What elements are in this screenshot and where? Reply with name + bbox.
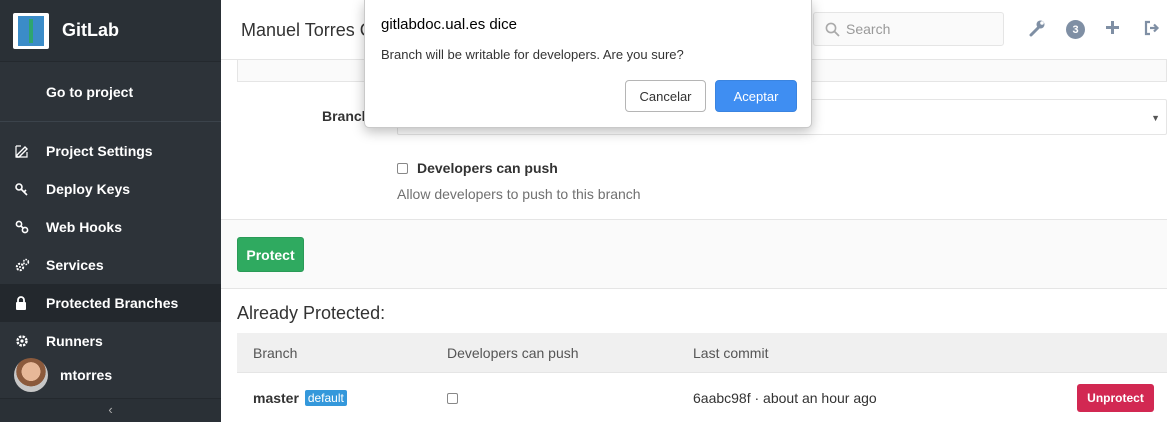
- sidebar-header: GitLab: [0, 0, 221, 62]
- sidebar-item-label: Project Settings: [46, 143, 153, 159]
- branch-name: master: [253, 390, 299, 406]
- last-commit[interactable]: 6aabc98f · about an hour ago: [693, 390, 877, 406]
- sidebar-item-web-hooks[interactable]: Web Hooks: [0, 208, 221, 246]
- key-icon: [0, 182, 46, 196]
- cogs-icon: [0, 258, 46, 272]
- sidebar-item-protected-branches[interactable]: Protected Branches: [0, 284, 221, 322]
- link-icon: [0, 220, 46, 234]
- sign-out-icon[interactable]: [1143, 19, 1161, 42]
- lock-icon: [0, 296, 46, 310]
- branch-cell: master default: [253, 390, 347, 406]
- go-to-project-link[interactable]: Go to project: [0, 62, 221, 122]
- notification-badge[interactable]: 3: [1066, 20, 1085, 39]
- page-title[interactable]: Manuel Torres G: [241, 20, 374, 41]
- plus-icon[interactable]: [1104, 19, 1121, 41]
- caret-down-icon: ▼: [1151, 113, 1160, 123]
- username[interactable]: mtorres: [60, 367, 112, 383]
- edit-icon: [0, 144, 46, 158]
- dialog-message: Branch will be writable for developers. …: [381, 47, 684, 62]
- developers-can-push-cell: [447, 393, 458, 404]
- form-actions: Protect: [221, 219, 1167, 289]
- gitlab-logo[interactable]: [13, 12, 49, 49]
- app-title[interactable]: GitLab: [62, 20, 119, 41]
- sidebar-item-services[interactable]: Services: [0, 246, 221, 284]
- column-header-developers-can-push: Developers can push: [447, 345, 579, 361]
- collapse-sidebar-button[interactable]: ‹: [0, 398, 221, 422]
- developers-can-push-option: Developers can push: [397, 160, 558, 176]
- wrench-icon[interactable]: [1028, 19, 1046, 42]
- search-icon: [825, 22, 840, 40]
- sidebar-item-label: Protected Branches: [46, 295, 179, 311]
- table-row: master default 6aabc98f · about an hour …: [237, 374, 1167, 422]
- sidebar: GitLab Go to project Project Settings De…: [0, 0, 221, 422]
- table-header: Branch Developers can push Last commit: [237, 333, 1167, 373]
- unprotect-button[interactable]: Unprotect: [1077, 384, 1154, 412]
- confirm-dialog: gitlabdoc.ual.es dice Branch will be wri…: [364, 0, 812, 128]
- column-header-last-commit: Last commit: [693, 345, 769, 361]
- sidebar-item-label: Web Hooks: [46, 219, 122, 235]
- sidebar-item-project-settings[interactable]: Project Settings: [0, 132, 221, 170]
- sidebar-item-label: Runners: [46, 333, 103, 349]
- column-header-branch: Branch: [253, 345, 298, 361]
- sidebar-menu: Project Settings Deploy Keys Web Hooks S…: [0, 132, 221, 360]
- protect-button[interactable]: Protect: [237, 237, 304, 272]
- user-profile[interactable]: mtorres: [0, 352, 221, 398]
- sidebar-item-label: Services: [46, 257, 104, 273]
- sidebar-item-deploy-keys[interactable]: Deploy Keys: [0, 170, 221, 208]
- developers-can-push-checkbox[interactable]: [397, 162, 408, 174]
- accept-button[interactable]: Aceptar: [715, 80, 797, 112]
- default-badge: default: [304, 390, 347, 406]
- sidebar-item-label: Deploy Keys: [46, 181, 131, 197]
- cancel-button[interactable]: Cancelar: [625, 80, 706, 112]
- help-text: Allow developers to push to this branch: [397, 186, 641, 202]
- avatar[interactable]: [14, 358, 48, 392]
- row-developers-can-push-checkbox[interactable]: [447, 393, 458, 404]
- search-placeholder: Search: [846, 21, 891, 37]
- dialog-title: gitlabdoc.ual.es dice: [381, 16, 517, 33]
- already-protected-heading: Already Protected:: [237, 303, 386, 323]
- checkbox-label[interactable]: Developers can push: [417, 160, 558, 176]
- gear-icon: [0, 334, 46, 348]
- branch-label: Branch: [322, 108, 371, 124]
- search-input[interactable]: Search: [813, 12, 1004, 46]
